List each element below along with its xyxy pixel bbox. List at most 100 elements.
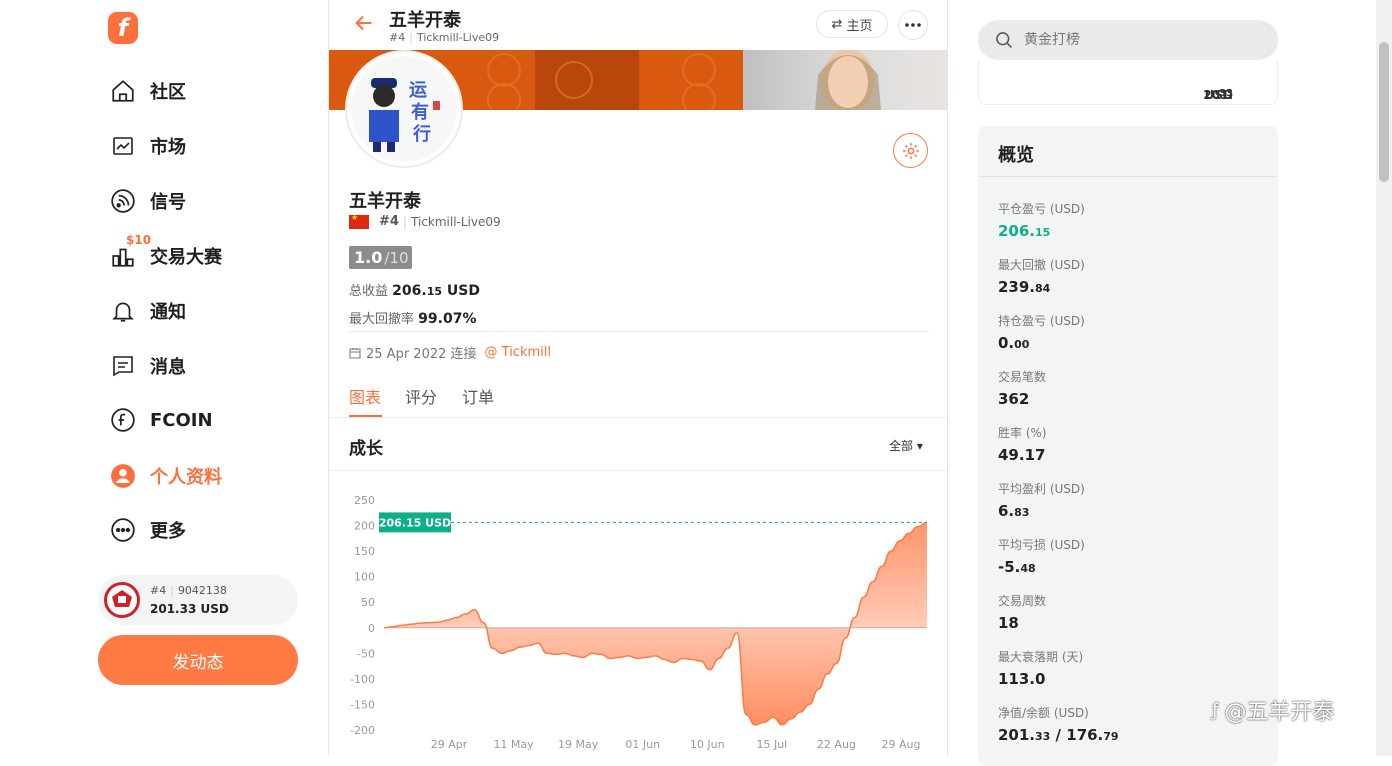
svg-text:行: 行 (412, 123, 431, 145)
svg-text:有: 有 (411, 101, 429, 123)
overview-value: 239.84 (998, 278, 1051, 296)
nav-item-market[interactable]: 市场 (108, 128, 308, 164)
nav-item-more[interactable]: 更多 (108, 512, 308, 548)
x-tick-label: 29 Aug (882, 738, 921, 751)
nav-label: 交易大赛 (150, 247, 222, 268)
nav-item-community[interactable]: 社区 (108, 73, 308, 109)
overview-label: 平仓盈亏 (USD) (998, 202, 1085, 216)
growth-title: 成长 (349, 439, 383, 459)
last-value-label: 206.15 USD (379, 516, 451, 529)
avatar-illustration: 运 有 行 (351, 56, 457, 162)
chart-line-icon (108, 131, 138, 161)
swap-icon: ⇄ (831, 16, 843, 32)
overview-value: 113.0 (998, 670, 1046, 688)
bell-icon (108, 296, 138, 326)
coin-icon (108, 405, 138, 435)
tab-orders[interactable]: 订单 (462, 384, 494, 408)
search-input[interactable] (1024, 32, 1264, 48)
more-options-button[interactable] (898, 10, 928, 40)
overview-value: 201.33 / 176.79 (998, 726, 1119, 744)
person-photo-icon (815, 50, 881, 110)
tab-chart[interactable]: 图表 (349, 384, 381, 408)
nav-label: 消息 (150, 357, 186, 378)
overview-value: 18 (998, 614, 1019, 632)
contest-badge: $10 (126, 233, 152, 247)
overview-label: 最大回撤 (USD) (998, 258, 1085, 272)
x-tick-label: 29 Apr (431, 738, 468, 751)
home-icon (108, 76, 138, 106)
china-flag-icon (349, 213, 369, 229)
nav-item-signal[interactable]: 信号 (108, 183, 308, 219)
broker-link[interactable]: @ Tickmill (485, 345, 551, 360)
overview-label: 交易周数 (998, 594, 1047, 608)
tab-rating[interactable]: 评分 (405, 384, 437, 408)
search-bar[interactable] (978, 20, 1278, 60)
nav-label: 信号 (150, 192, 186, 213)
y-tick-label: 100 (354, 571, 375, 584)
sidebar: f 社区 市场 信号 $10 交易大赛 通知 消息 FCOIN 个人资料 更多 … (0, 0, 328, 756)
nav-item-contest[interactable]: $10 交易大赛 (108, 233, 308, 274)
nav-item-fcoin[interactable]: FCOIN (108, 402, 308, 438)
ellipsis-icon (905, 23, 921, 27)
x-tick-label: 22 Aug (817, 738, 856, 751)
growth-chart-svg: 250 200 150 100 50 0 -50 -100 -150 -200 206.15 USD… (350, 494, 928, 751)
overview-title: 概览 (998, 145, 1034, 166)
nav-item-profile[interactable]: 个人资料 (108, 458, 308, 494)
user-icon (108, 461, 138, 491)
trophy-bar-icon: $10 (108, 233, 151, 271)
overview-label: 最大衰落期 (天) (998, 650, 1084, 664)
banner-photo (743, 50, 947, 110)
main-content: 五羊开泰 #4 | Tickmill-Live09 ⇄ 主页 运 有 行 五羊开… (328, 0, 948, 756)
overview-label: 平均亏损 (USD) (998, 538, 1085, 552)
y-tick-label: -50 (357, 647, 375, 660)
profile-subtitle: #4|Tickmill-Live09 (349, 213, 501, 229)
message-icon (108, 351, 138, 381)
range-select[interactable]: 全部 ▾ (889, 437, 923, 454)
header-title: 五羊开泰 (389, 10, 461, 31)
account-card[interactable]: #4 | 9042138 201.33 USD (98, 575, 298, 625)
x-tick-label: 10 Jun (690, 738, 725, 751)
nav-item-notifications[interactable]: 通知 (108, 293, 308, 329)
overview-label: 持仓盈亏 (USD) (998, 314, 1085, 328)
y-tick-label: 50 (361, 596, 375, 609)
overview-value: 362 (998, 390, 1030, 408)
x-tick-label: 01 Jun (625, 738, 660, 751)
nav-label: 个人资料 (150, 467, 222, 488)
settings-button[interactable] (893, 133, 928, 168)
nav-label: 更多 (150, 521, 186, 542)
watermark-logo-icon: ƒ (1212, 699, 1219, 721)
post-button[interactable]: 发动态 (98, 635, 298, 685)
y-tick-label: 200 (354, 520, 375, 533)
overview-label: 交易笔数 (998, 370, 1047, 384)
nav-item-messages[interactable]: 消息 (108, 348, 308, 384)
balance-card: 201. 33 USD (978, 60, 1278, 105)
nav-label: 通知 (150, 302, 186, 323)
x-tick-label: 11 May (493, 738, 534, 751)
connection-info: 25 Apr 2022 连接 @ Tickmill (349, 343, 551, 362)
account-avatar (104, 582, 140, 618)
x-tick-label: 15 Jul (756, 738, 787, 751)
back-arrow-icon[interactable] (353, 12, 375, 34)
app-logo[interactable]: f (108, 12, 138, 44)
caret-down-icon: ▾ (916, 439, 923, 453)
overview-label: 平均盈利 (USD) (998, 482, 1085, 496)
divider (349, 331, 929, 332)
growth-chart: 250 200 150 100 50 0 -50 -100 -150 -200 206.15 USD… (329, 470, 947, 756)
total-profit: 总收益 206.15 USD (349, 283, 480, 299)
svg-text:运: 运 (409, 80, 427, 101)
nav-label: 市场 (150, 137, 186, 158)
y-tick-label: 150 (354, 545, 375, 558)
score-badge: 1.0/10 (349, 246, 412, 269)
y-tick-label: -100 (350, 673, 375, 686)
area-fill-positive (384, 522, 927, 628)
home-button[interactable]: ⇄ 主页 (816, 10, 888, 38)
overview-label: 净值/余额 (USD) (998, 706, 1089, 720)
y-tick-label: -200 (350, 724, 375, 737)
account-rank-id: #4 | 9042138 (150, 584, 227, 597)
profile-avatar[interactable]: 运 有 行 (347, 52, 461, 166)
overview-label: 胜率 (%) (998, 426, 1047, 440)
overview-value: 206.15 (998, 222, 1051, 240)
scrollbar-thumb[interactable] (1379, 42, 1389, 182)
y-tick-label: -150 (350, 698, 375, 711)
overview-value: 6.83 (998, 502, 1030, 520)
